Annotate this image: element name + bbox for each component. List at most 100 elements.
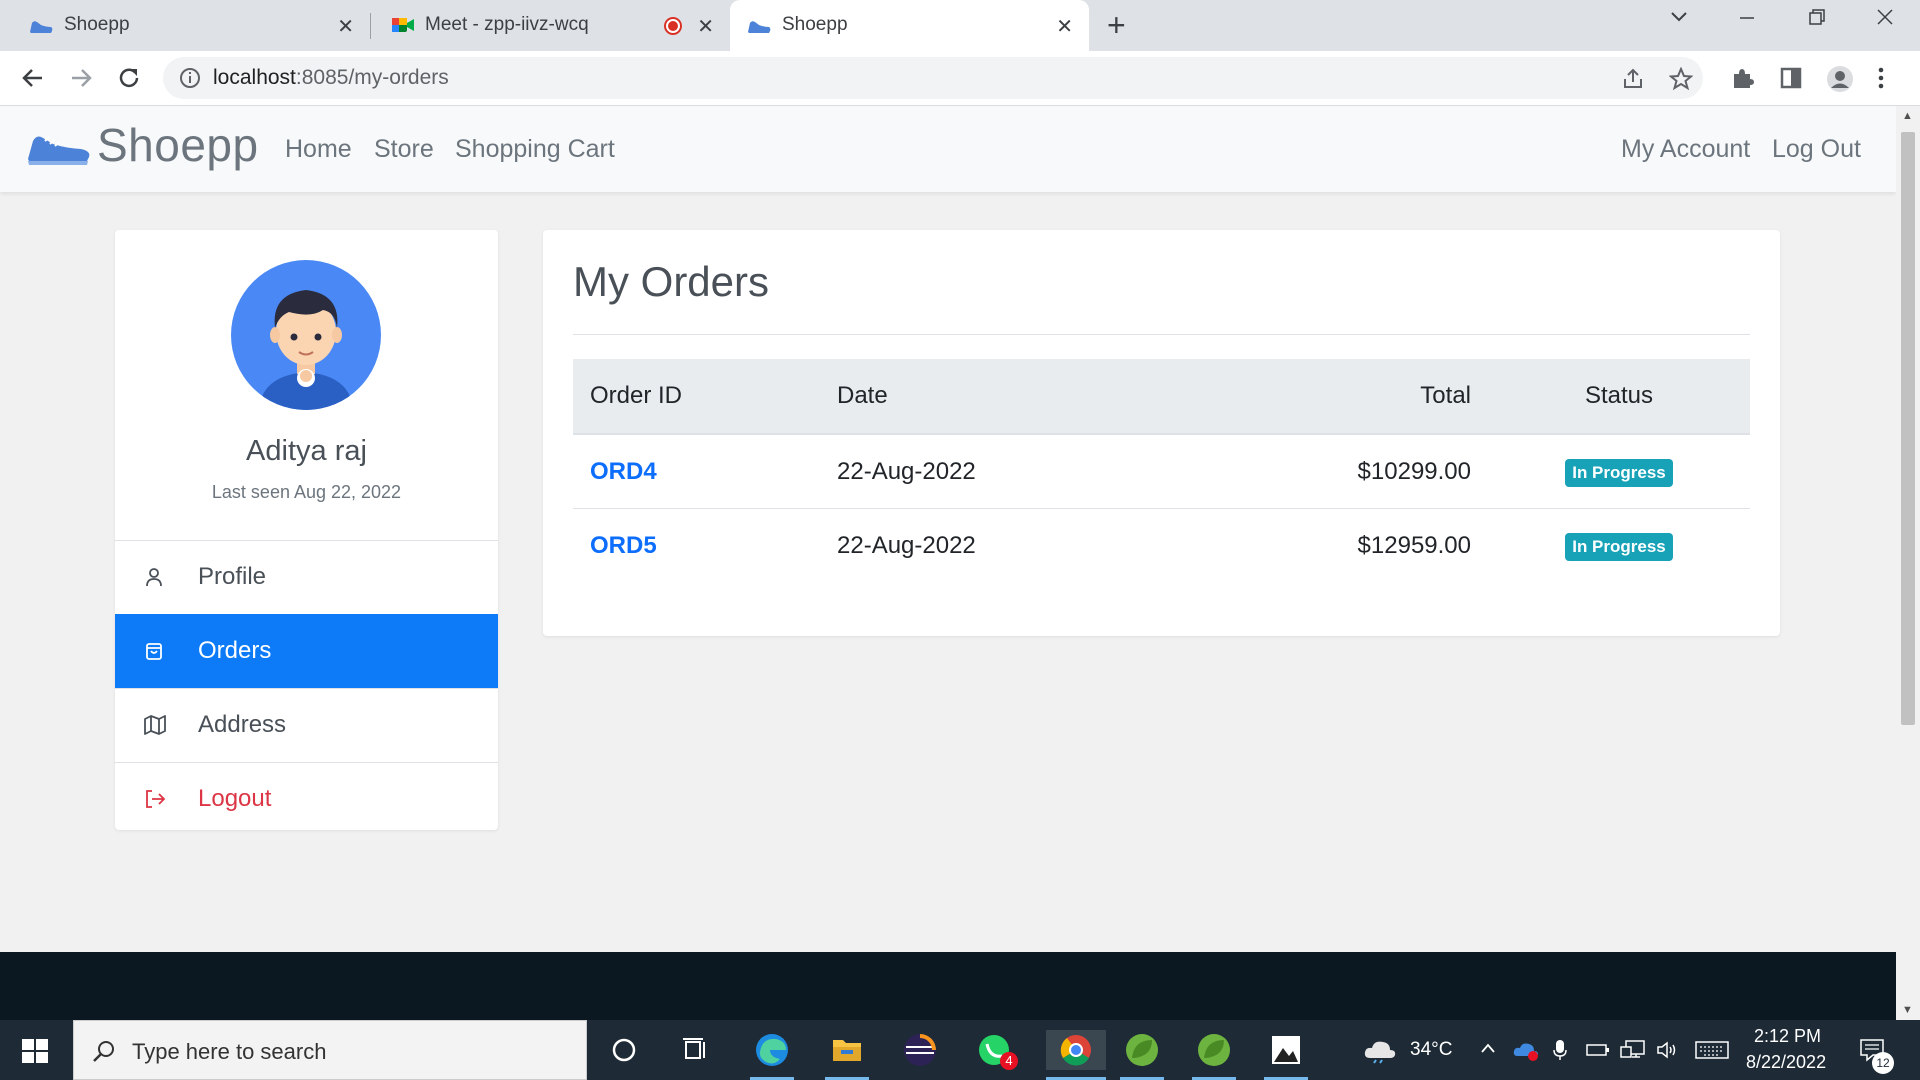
battery-icon[interactable] [1586, 1042, 1610, 1058]
shoe-favicon-icon [746, 14, 772, 36]
cortana-icon[interactable] [602, 1030, 646, 1070]
account-sidebar-card: Aditya raj Last seen Aug 22, 2022 Profil… [115, 230, 498, 830]
network-icon[interactable] [1620, 1039, 1646, 1061]
microphone-icon[interactable] [1552, 1038, 1568, 1062]
weather-cloud-icon[interactable] [1362, 1036, 1398, 1064]
windows-taskbar: Type here to search 4 34°C 2:12 PM 8/22/… [0, 1020, 1920, 1080]
site-navbar: Shoepp Home Store Shopping Cart My Accou… [0, 106, 1896, 192]
table-row: ORD5 22-Aug-2022 $12959.00 In Progress [573, 509, 1750, 583]
column-header-order-id: Order ID [573, 359, 820, 435]
restore-button[interactable] [1808, 8, 1826, 26]
minimize-button[interactable] [1738, 8, 1756, 26]
user-avatar [231, 260, 381, 410]
nav-my-account-link[interactable]: My Account [1621, 135, 1750, 164]
clock-date[interactable]: 8/22/2022 [1746, 1052, 1826, 1073]
menu-item-address[interactable]: Address [115, 688, 498, 762]
task-view-icon[interactable] [674, 1030, 718, 1070]
status-badge: In Progress [1565, 458, 1673, 487]
browser-tab[interactable]: Shoepp ✕ [0, 0, 370, 51]
photos-app-icon[interactable] [1264, 1030, 1308, 1080]
column-header-status: Status [1488, 359, 1750, 435]
brand-name: Shoepp [97, 119, 259, 171]
onedrive-error-icon[interactable] [1512, 1040, 1540, 1062]
spring-tool-suite-icon[interactable] [1120, 1030, 1164, 1080]
close-window-button[interactable] [1876, 8, 1894, 26]
order-id-link[interactable]: ORD5 [590, 532, 657, 559]
column-header-date: Date [820, 359, 1254, 435]
web-page: Shoepp Home Store Shopping Cart My Accou… [0, 106, 1896, 1020]
browser-tab[interactable]: Meet - zpp-iivz-wcq ✕ [370, 0, 730, 51]
back-arrow-icon[interactable] [20, 65, 46, 91]
clock-time[interactable]: 2:12 PM [1754, 1026, 1821, 1047]
notification-count-badge: 12 [1872, 1052, 1894, 1074]
site-info-icon[interactable] [179, 67, 201, 89]
logout-icon [144, 789, 166, 809]
orders-card: My Orders Order ID Date Total Status ORD… [543, 230, 1780, 636]
url-text: localhost:8085/my-orders [213, 66, 449, 90]
browser-toolbar: localhost:8085/my-orders [0, 51, 1920, 106]
url-path: :8085/my-orders [295, 66, 449, 89]
nav-log-out-link[interactable]: Log Out [1772, 135, 1861, 164]
page-title: My Orders [573, 258, 770, 305]
menu-item-logout[interactable]: Logout [115, 762, 498, 830]
url-host: localhost [213, 66, 296, 89]
order-total: $10299.00 [1254, 434, 1488, 509]
menu-item-label: Orders [198, 637, 272, 664]
scrollbar-thumb[interactable] [1901, 132, 1915, 725]
file-explorer-icon[interactable] [825, 1030, 869, 1080]
title-divider [573, 334, 1750, 335]
menu-item-orders[interactable]: Orders [115, 614, 498, 688]
brand-logo[interactable]: Shoepp [25, 118, 259, 172]
tab-title: Shoepp [64, 14, 130, 35]
forward-arrow-icon[interactable] [68, 65, 94, 91]
status-badge: In Progress [1565, 532, 1673, 561]
order-id-link[interactable]: ORD4 [590, 458, 657, 485]
close-tab-icon[interactable]: ✕ [697, 14, 714, 39]
windows-start-icon[interactable] [22, 1039, 48, 1063]
keyboard-icon[interactable] [1695, 1041, 1729, 1059]
bag-icon [144, 641, 164, 661]
recording-indicator-icon [664, 17, 682, 35]
tab-title: Meet - zpp-iivz-wcq [425, 14, 589, 35]
tray-chevron-up-icon[interactable] [1480, 1042, 1496, 1054]
address-bar[interactable]: localhost:8085/my-orders [163, 57, 1703, 99]
nav-store-link[interactable]: Store [374, 135, 434, 164]
edge-browser-icon[interactable] [750, 1030, 794, 1080]
user-name: Aditya raj [246, 435, 367, 467]
table-row: ORD4 22-Aug-2022 $10299.00 In Progress [573, 434, 1750, 509]
order-date: 22-Aug-2022 [837, 531, 976, 559]
menu-item-label: Profile [198, 563, 267, 590]
nav-home-link[interactable]: Home [285, 135, 352, 164]
map-icon [144, 715, 166, 735]
whatsapp-icon[interactable]: 4 [972, 1030, 1018, 1070]
browser-tab-active[interactable]: Shoepp ✕ [730, 0, 1089, 51]
browser-tab-strip: Shoepp ✕ Meet - zpp-iivz-wcq ✕ Shoepp ✕ … [0, 0, 1920, 51]
table-header-row: Order ID Date Total Status [573, 359, 1750, 435]
side-panel-icon[interactable] [1778, 65, 1804, 91]
scroll-down-arrow-icon[interactable]: ▼ [1902, 1004, 1913, 1016]
temperature-text: 34°C [1410, 1039, 1453, 1060]
close-tab-icon[interactable]: ✕ [337, 14, 354, 39]
share-icon[interactable] [1621, 67, 1645, 91]
account-menu: Profile Orders Address Logout [115, 540, 498, 830]
tab-title: Shoepp [782, 14, 848, 35]
taskbar-search-box[interactable]: Type here to search [73, 1020, 587, 1080]
order-total: $12959.00 [1357, 531, 1471, 559]
scroll-up-arrow-icon[interactable]: ▲ [1902, 110, 1913, 122]
bookmark-star-icon[interactable] [1669, 67, 1693, 91]
nav-shopping-cart-link[interactable]: Shopping Cart [455, 135, 615, 164]
close-tab-icon[interactable]: ✕ [1056, 14, 1073, 39]
extensions-puzzle-icon[interactable] [1730, 65, 1756, 91]
profile-avatar-icon[interactable] [1826, 65, 1854, 93]
search-icon [92, 1039, 116, 1063]
new-tab-button[interactable]: + [1107, 9, 1126, 41]
page-scrollbar[interactable]: ▲ ▼ [1896, 106, 1920, 1020]
reload-icon[interactable] [116, 65, 142, 91]
menu-item-profile[interactable]: Profile [115, 540, 498, 614]
menu-kebab-icon[interactable] [1876, 65, 1886, 91]
spring-tool-suite-icon[interactable] [1192, 1030, 1236, 1080]
chrome-browser-icon[interactable] [1046, 1030, 1106, 1080]
tab-search-chevron-icon[interactable] [1670, 8, 1688, 26]
volume-icon[interactable] [1656, 1040, 1680, 1060]
eclipse-ide-icon[interactable] [898, 1030, 942, 1070]
